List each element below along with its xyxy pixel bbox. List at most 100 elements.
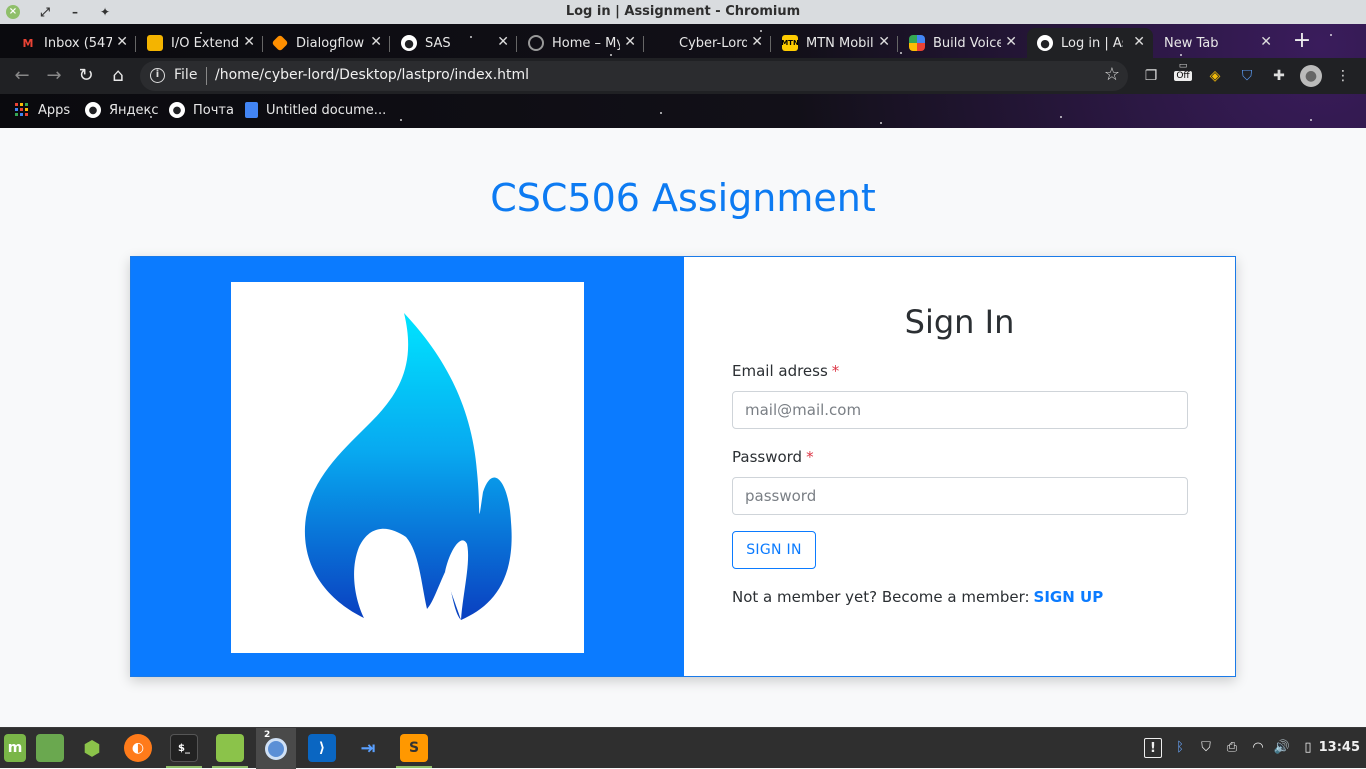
- tab-cyber-lord[interactable]: Cyber-Lord ✕: [645, 28, 771, 58]
- email-field[interactable]: [732, 391, 1188, 429]
- terminal-icon[interactable]: $_: [170, 734, 198, 762]
- login-card: Sign In Email adress* Password* SIGN IN …: [130, 256, 1236, 677]
- tab-sas[interactable]: ● SAS ✕: [391, 28, 517, 58]
- tab-label: New Tab: [1164, 35, 1219, 51]
- menu-kebab-icon[interactable]: ⋮: [1332, 65, 1354, 87]
- battery-icon[interactable]: ▯: [1298, 738, 1318, 758]
- chromium-taskbar-item[interactable]: 2: [256, 728, 296, 769]
- tab-strip: M Inbox (547) ✕ I/O Extended ✕ Dialogflo…: [0, 24, 1366, 58]
- signup-prompt-text: Not a member yet? Become a member:: [732, 588, 1030, 606]
- bookmark-label: Untitled docume...: [266, 102, 387, 118]
- page-title: CSC506 Assignment: [490, 176, 876, 220]
- actions-icon: [909, 35, 925, 51]
- signin-form-panel: Sign In Email adress* Password* SIGN IN …: [684, 257, 1235, 676]
- tab-inbox[interactable]: M Inbox (547) ✕: [10, 28, 136, 58]
- email-label: Email adress *: [732, 362, 839, 380]
- tab-mtn[interactable]: MTN MTN Mobile ✕: [772, 28, 898, 58]
- new-tab-button[interactable]: +: [1290, 30, 1314, 54]
- vscode-icon[interactable]: ⟩: [308, 734, 336, 762]
- tab-close-icon[interactable]: ✕: [370, 34, 382, 50]
- window-titlebar: × ⤢ – ✦ Log in | Assignment - Chromium: [0, 0, 1366, 24]
- bookmark-untitled-doc[interactable]: Untitled docume...: [245, 102, 386, 118]
- mint-menu-icon[interactable]: m: [4, 734, 26, 762]
- sublime-text-icon[interactable]: S: [400, 734, 428, 762]
- docs-icon: [245, 102, 258, 118]
- email-label-text: Email adress: [732, 362, 828, 380]
- blank-favicon-icon: [655, 35, 671, 51]
- volume-icon[interactable]: 🔊: [1272, 738, 1292, 758]
- profile-avatar[interactable]: ●: [1300, 65, 1322, 87]
- puzzle-extensions-icon[interactable]: ✚: [1268, 65, 1290, 87]
- browser-toolbar: ← → ↻ ⌂ i File /home/cyber-lord/Desktop/…: [0, 58, 1366, 94]
- extension-copy-icon[interactable]: ❐: [1140, 65, 1162, 87]
- bookmark-apps[interactable]: Apps: [14, 102, 70, 118]
- apps-grid-icon: [14, 102, 30, 118]
- bookmark-star-icon[interactable]: ☆: [1104, 64, 1120, 85]
- tab-home[interactable]: Home – My ✕: [518, 28, 644, 58]
- bluetooth-icon[interactable]: ᛒ: [1170, 738, 1190, 758]
- app-arrows-icon[interactable]: ⇥: [354, 734, 382, 762]
- tab-dialogflow[interactable]: Dialogflow ✕: [264, 28, 390, 58]
- signin-button[interactable]: SIGN IN: [732, 531, 816, 569]
- info-icon[interactable]: i: [150, 68, 165, 83]
- home-icon[interactable]: ⌂: [106, 64, 130, 88]
- shield-tray-icon[interactable]: ⛉: [1196, 738, 1216, 758]
- tab-build-voice[interactable]: Build Voice ✕: [899, 28, 1025, 58]
- bookmark-yandex[interactable]: ● Яндекс: [85, 102, 159, 118]
- tab-close-icon[interactable]: ✕: [751, 34, 763, 50]
- tab-login-active[interactable]: ● Log in | Assignment ✕: [1027, 28, 1153, 58]
- signup-link[interactable]: SIGN UP: [1034, 588, 1104, 606]
- tab-label: Cyber-Lord: [679, 35, 747, 51]
- tab-label: SAS: [425, 35, 451, 51]
- password-field[interactable]: [732, 477, 1188, 515]
- required-mark: *: [806, 448, 814, 466]
- back-arrow-icon[interactable]: ←: [10, 64, 34, 88]
- required-mark: *: [831, 362, 840, 380]
- reload-icon[interactable]: ↻: [74, 64, 98, 88]
- binance-icon[interactable]: ◈: [1204, 65, 1226, 87]
- globe-icon: ●: [401, 35, 417, 51]
- taskbar: m ⬢ ◐ $_ 2 ⟩ ⇥ S ! ᛒ ⛉ ⎙ ◠ 🔊 ▯ 13:45: [0, 727, 1366, 769]
- tab-close-icon[interactable]: ✕: [497, 34, 509, 50]
- firefox-icon[interactable]: ◐: [124, 734, 152, 762]
- window-count-badge: 2: [264, 730, 271, 740]
- tab-close-icon[interactable]: ✕: [1133, 34, 1145, 50]
- tab-close-icon[interactable]: ✕: [624, 34, 636, 50]
- window-title: Log in | Assignment - Chromium: [565, 4, 801, 19]
- bookmark-label: Apps: [38, 102, 71, 118]
- tab-close-icon[interactable]: ✕: [1260, 34, 1272, 50]
- update-notice-icon[interactable]: !: [1144, 738, 1162, 758]
- forward-arrow-icon[interactable]: →: [42, 64, 66, 88]
- tab-label: Log in | Assignment: [1061, 35, 1123, 51]
- extension-off-icon[interactable]: ▭ Off: [1172, 61, 1194, 83]
- slides-icon: [147, 35, 163, 51]
- bookmark-pochta[interactable]: ● Почта: [169, 102, 234, 118]
- tab-label: Dialogflow: [296, 35, 364, 51]
- shield-icon[interactable]: ⛉: [1236, 65, 1258, 87]
- tab-close-icon[interactable]: ✕: [243, 34, 255, 50]
- password-label-text: Password: [732, 448, 803, 466]
- tab-close-icon[interactable]: ✕: [1005, 34, 1017, 50]
- browser-chrome: M Inbox (547) ✕ I/O Extended ✕ Dialogflo…: [0, 24, 1366, 128]
- globe-icon: ●: [1037, 35, 1053, 51]
- tab-label: I/O Extended: [171, 35, 239, 51]
- printer-icon[interactable]: ⎙: [1222, 738, 1242, 758]
- tab-close-icon[interactable]: ✕: [878, 34, 890, 50]
- dialogflow-icon: [271, 34, 289, 52]
- android-studio-icon[interactable]: ⬢: [78, 734, 106, 762]
- page-content: CSC506 Assignment Sign In Email adress *…: [0, 128, 1366, 727]
- tab-io-extended[interactable]: I/O Extended ✕: [137, 28, 263, 58]
- tab-label: Home – My: [552, 35, 620, 51]
- address-bar[interactable]: i File /home/cyber-lord/Desktop/lastpro/…: [140, 61, 1128, 91]
- url-text[interactable]: /home/cyber-lord/Desktop/lastpro/index.h…: [215, 67, 529, 83]
- bookmark-label: Яндекс: [109, 102, 159, 118]
- bookmark-label: Почта: [193, 102, 234, 118]
- files-icon[interactable]: [216, 734, 244, 762]
- url-scheme: File: [174, 67, 198, 83]
- wifi-icon[interactable]: ◠: [1248, 738, 1268, 758]
- tab-new-tab[interactable]: New Tab ✕: [1154, 28, 1280, 58]
- show-desktop-icon[interactable]: [36, 734, 64, 762]
- clock[interactable]: 13:45: [1319, 740, 1360, 755]
- tab-close-icon[interactable]: ✕: [116, 34, 128, 50]
- tab-label: Build Voice: [933, 35, 1001, 51]
